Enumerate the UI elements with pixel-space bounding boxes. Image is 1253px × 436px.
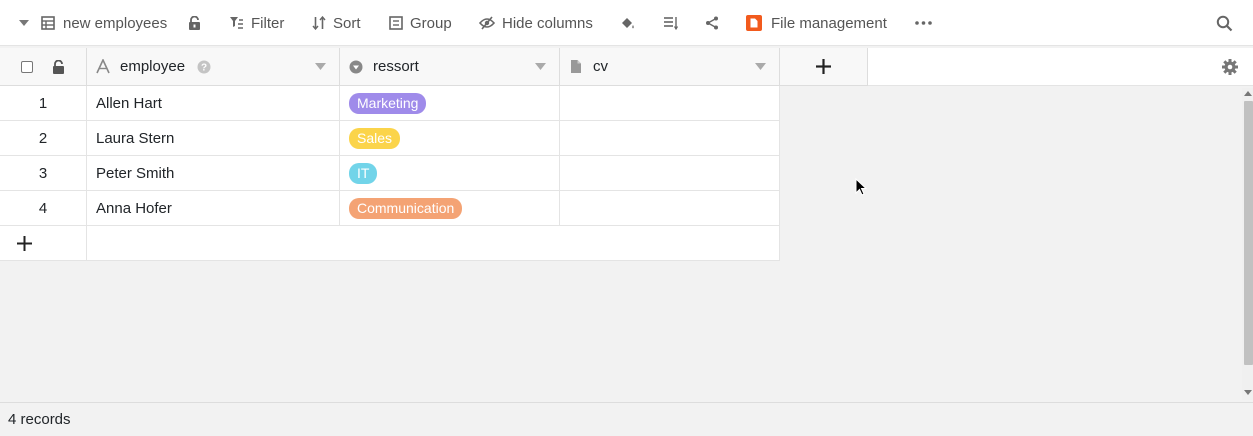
add-row-area[interactable] [87, 226, 780, 261]
ressort-tag: Communication [349, 198, 463, 219]
hide-columns-label: Hide columns [502, 14, 593, 32]
table-row[interactable]: 4 Anna Hofer Communication [0, 191, 780, 226]
row-index: 2 [0, 121, 87, 156]
cv-cell[interactable] [560, 86, 780, 121]
unlock-icon[interactable] [52, 60, 65, 75]
filter-button[interactable]: Filter [229, 0, 284, 46]
svg-text:?: ? [201, 63, 207, 74]
gear-icon[interactable] [1222, 59, 1238, 75]
group-label: Group [410, 14, 452, 32]
column-header-ressort[interactable]: ressort [340, 48, 560, 86]
view-dropdown[interactable]: new employees [18, 0, 167, 46]
cv-cell[interactable] [560, 121, 780, 156]
filter-label: Filter [251, 14, 285, 32]
help-icon[interactable]: ? [197, 60, 211, 74]
employee-cell[interactable]: Anna Hofer [87, 191, 340, 226]
table-row[interactable]: 2 Laura Stern Sales [0, 121, 780, 156]
table-row[interactable]: 3 Peter Smith IT [0, 156, 780, 191]
plus-icon [16, 236, 32, 251]
column-header-employee[interactable]: employee ? [87, 48, 340, 86]
file-management-label: File management [771, 14, 887, 32]
text-icon [96, 59, 110, 74]
scrollbar-thumb[interactable] [1244, 101, 1253, 365]
caret-down-icon [19, 20, 29, 26]
share-button[interactable] [705, 0, 719, 46]
scroll-down-arrow-icon[interactable] [1244, 390, 1252, 396]
row-index: 4 [0, 191, 87, 226]
header-controls [0, 48, 87, 86]
row-height-icon [664, 17, 678, 30]
select-all-checkbox[interactable] [21, 61, 33, 73]
sort-label: Sort [333, 14, 361, 32]
scroll-up-arrow-icon[interactable] [1244, 90, 1252, 96]
column-name: cv [593, 58, 608, 75]
view-name: new employees [63, 14, 168, 32]
search-icon [1216, 15, 1233, 31]
column-header-cv[interactable]: cv [560, 48, 780, 86]
header-filler [868, 48, 1253, 86]
filter-icon [230, 17, 243, 29]
cv-cell[interactable] [560, 156, 780, 191]
chevron-down-icon[interactable] [755, 63, 766, 71]
employee-cell[interactable]: Allen Hart [87, 86, 340, 121]
file-management-button[interactable]: File management [746, 0, 887, 46]
row-index: 1 [0, 86, 87, 121]
column-name: ressort [373, 58, 419, 75]
sort-button[interactable]: Sort [312, 0, 361, 46]
table-icon [41, 16, 55, 30]
row-index: 3 [0, 156, 87, 191]
paint-bucket-icon [622, 17, 634, 28]
ressort-cell[interactable]: Marketing [340, 86, 560, 121]
group-icon [389, 16, 403, 30]
eye-slash-icon [479, 16, 495, 30]
row-color-button[interactable] [620, 0, 636, 46]
search-button[interactable] [1216, 0, 1233, 46]
chevron-down-icon[interactable] [315, 63, 326, 71]
ressort-cell[interactable]: Communication [340, 191, 560, 226]
add-column-button[interactable] [780, 48, 868, 86]
ressort-tag: Marketing [349, 93, 427, 114]
add-row-button[interactable] [0, 226, 87, 261]
plus-icon [816, 59, 831, 74]
unlock-icon [189, 15, 200, 30]
table-row[interactable]: 1 Allen Hart Marketing [0, 86, 780, 121]
sort-icon [312, 16, 326, 30]
chevron-down-icon[interactable] [535, 63, 546, 71]
more-icon [915, 21, 932, 25]
employee-cell[interactable]: Laura Stern [87, 121, 340, 156]
vertical-scrollbar[interactable] [1242, 88, 1253, 400]
mouse-cursor-icon [855, 178, 867, 196]
ressort-cell[interactable]: IT [340, 156, 560, 191]
file-icon [571, 60, 581, 73]
group-button[interactable]: Group [389, 0, 452, 46]
add-row[interactable] [0, 226, 780, 261]
employee-cell[interactable]: Peter Smith [87, 156, 340, 191]
ressort-tag: Sales [349, 128, 401, 149]
single-select-icon [349, 60, 363, 74]
share-icon [706, 16, 718, 30]
ressort-tag: IT [349, 163, 378, 184]
status-bar: 4 records [0, 402, 1253, 436]
file-management-icon [746, 15, 762, 31]
toolbar: new employees Filter Sort Group Hide col… [0, 0, 1253, 46]
hide-columns-button[interactable]: Hide columns [479, 0, 593, 46]
column-name: employee [120, 58, 186, 75]
row-height-button[interactable] [663, 0, 678, 46]
ressort-cell[interactable]: Sales [340, 121, 560, 156]
more-button[interactable] [915, 0, 932, 46]
record-count: 4 records [8, 411, 71, 428]
cv-cell[interactable] [560, 191, 780, 226]
lock-button[interactable] [188, 0, 201, 46]
